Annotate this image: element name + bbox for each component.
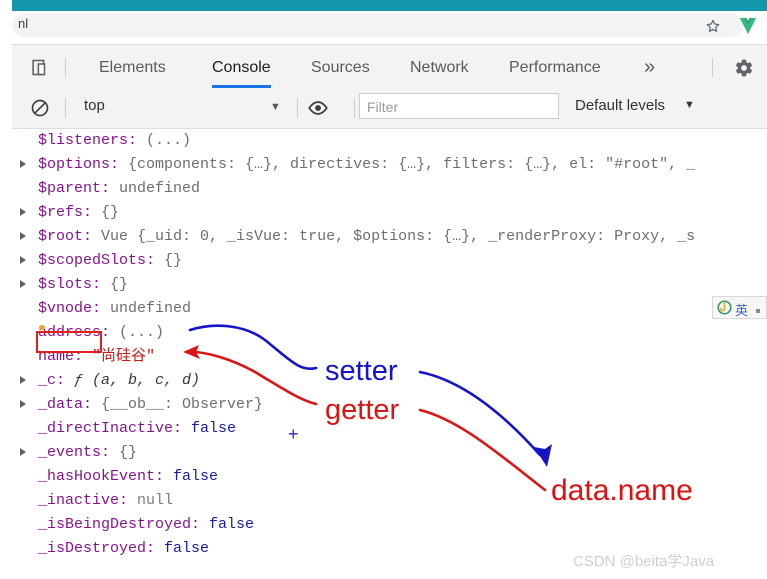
- property-key: $root: [38, 228, 84, 245]
- device-toolbar-icon[interactable]: [30, 57, 52, 78]
- console-output: $listeners: (...) $options: {components: …: [12, 129, 767, 579]
- sogou-ime-icon: [717, 300, 732, 315]
- tab-strip-bar: [12, 0, 767, 11]
- property-value: (...): [119, 324, 165, 341]
- property-value: false: [209, 516, 255, 533]
- property-colon: :: [83, 204, 102, 221]
- bar-separator-3: [354, 98, 355, 118]
- property-value: false: [191, 420, 237, 437]
- property-key: $parent: [38, 180, 102, 197]
- property-value: {}: [101, 204, 120, 221]
- property-key: $listeners: [38, 132, 129, 149]
- property-key: _directInactive: [38, 420, 174, 437]
- bar-separator-2: [297, 98, 298, 118]
- property-value: false: [164, 540, 210, 557]
- tab-elements[interactable]: Elements: [99, 45, 166, 88]
- property-value: (...): [146, 132, 192, 149]
- property-key: $vnode: [38, 300, 93, 317]
- property-value: {components: {…}, directives: {…}, filte…: [128, 156, 696, 173]
- address-bar[interactable]: [12, 13, 743, 37]
- tab-sources[interactable]: Sources: [311, 45, 370, 88]
- property-key: $refs: [38, 204, 84, 221]
- annotation-plus-mark: +: [288, 424, 299, 444]
- ime-mode-label: 英: [735, 303, 749, 318]
- expand-triangle-icon[interactable]: [20, 280, 26, 288]
- property-value: {__ob__: Observer}: [101, 396, 264, 413]
- property-colon: :: [191, 516, 210, 533]
- property-key: $slots: [38, 276, 93, 293]
- property-colon: :: [128, 132, 147, 149]
- property-value: ƒ (a, b, c, d): [74, 372, 201, 389]
- property-colon: :: [92, 300, 111, 317]
- clear-console-icon[interactable]: [30, 98, 50, 118]
- address-bar-text: nl: [18, 16, 29, 31]
- expand-triangle-icon[interactable]: [20, 256, 26, 264]
- property-colon: :: [101, 324, 120, 341]
- browser-chrome: nl: [0, 0, 767, 45]
- property-colon: :: [101, 444, 120, 461]
- property-colon: :: [155, 468, 174, 485]
- property-value: undefined: [119, 180, 201, 197]
- property-colon: :: [110, 156, 129, 173]
- property-key: _isDestroyed: [38, 540, 147, 557]
- property-key: _inactive: [38, 492, 120, 509]
- tab-performance[interactable]: Performance: [509, 45, 601, 88]
- property-colon: :: [101, 180, 120, 197]
- property-key: _events: [38, 444, 102, 461]
- property-marker-dot: [39, 325, 45, 330]
- property-colon: :: [173, 420, 192, 437]
- tab-network[interactable]: Network: [410, 45, 469, 88]
- property-colon: :: [92, 276, 111, 293]
- property-key: _data: [38, 396, 84, 413]
- expand-triangle-icon[interactable]: [20, 160, 26, 168]
- property-value: undefined: [110, 300, 192, 317]
- expand-triangle-icon[interactable]: [20, 448, 26, 456]
- execution-context-selector[interactable]: top: [84, 97, 284, 119]
- property-colon: :: [146, 540, 165, 557]
- property-value: {}: [119, 444, 138, 461]
- property-value: {}: [164, 252, 183, 269]
- property-value: null: [137, 492, 174, 509]
- bar-separator-1: [65, 98, 66, 118]
- star-icon[interactable]: [705, 18, 721, 34]
- chevron-down-icon[interactable]: ▼: [270, 101, 281, 113]
- property-colon: :: [119, 492, 138, 509]
- name-property-highlight-box: [36, 331, 102, 353]
- annotation-setter-label: setter: [325, 355, 398, 387]
- property-value: {}: [110, 276, 129, 293]
- chevron-down-icon-levels[interactable]: ▼: [684, 99, 695, 111]
- filter-placeholder: Filter: [367, 99, 399, 115]
- devtools-tab-strip: Elements Console Sources Network Perform…: [12, 45, 767, 89]
- property-key: _c: [38, 372, 57, 389]
- vue-devtools-icon[interactable]: [738, 17, 758, 35]
- more-tabs-chevron-icon[interactable]: »: [644, 56, 655, 79]
- property-colon: :: [83, 396, 102, 413]
- expand-triangle-icon[interactable]: [20, 208, 26, 216]
- property-colon: :: [83, 228, 102, 245]
- property-key: $options: [38, 156, 111, 173]
- ime-menu-dot[interactable]: [756, 309, 760, 313]
- watermark: CSDN @beita学Java: [573, 553, 715, 570]
- tab-console[interactable]: Console: [212, 45, 271, 88]
- annotation-getter-label: getter: [325, 394, 400, 426]
- property-key: $scopedSlots: [38, 252, 147, 269]
- expand-triangle-icon[interactable]: [20, 232, 26, 240]
- tab-separator-right: [712, 58, 713, 77]
- expand-triangle-icon[interactable]: [20, 376, 26, 384]
- eye-icon[interactable]: [307, 97, 329, 119]
- property-value: false: [173, 468, 219, 485]
- property-colon: :: [56, 372, 75, 389]
- property-key: _hasHookEvent: [38, 468, 156, 485]
- ime-indicator[interactable]: 英: [712, 296, 767, 319]
- gear-icon[interactable]: [734, 58, 754, 78]
- property-key: _isBeingDestroyed: [38, 516, 192, 533]
- annotation-data-name-label: data.name: [551, 474, 693, 507]
- tab-separator: [65, 58, 66, 77]
- expand-triangle-icon[interactable]: [20, 400, 26, 408]
- property-value: Vue {_uid: 0, _isVue: true, $options: {……: [101, 228, 696, 245]
- log-levels-selector[interactable]: Default levels: [575, 97, 665, 114]
- property-colon: :: [146, 252, 165, 269]
